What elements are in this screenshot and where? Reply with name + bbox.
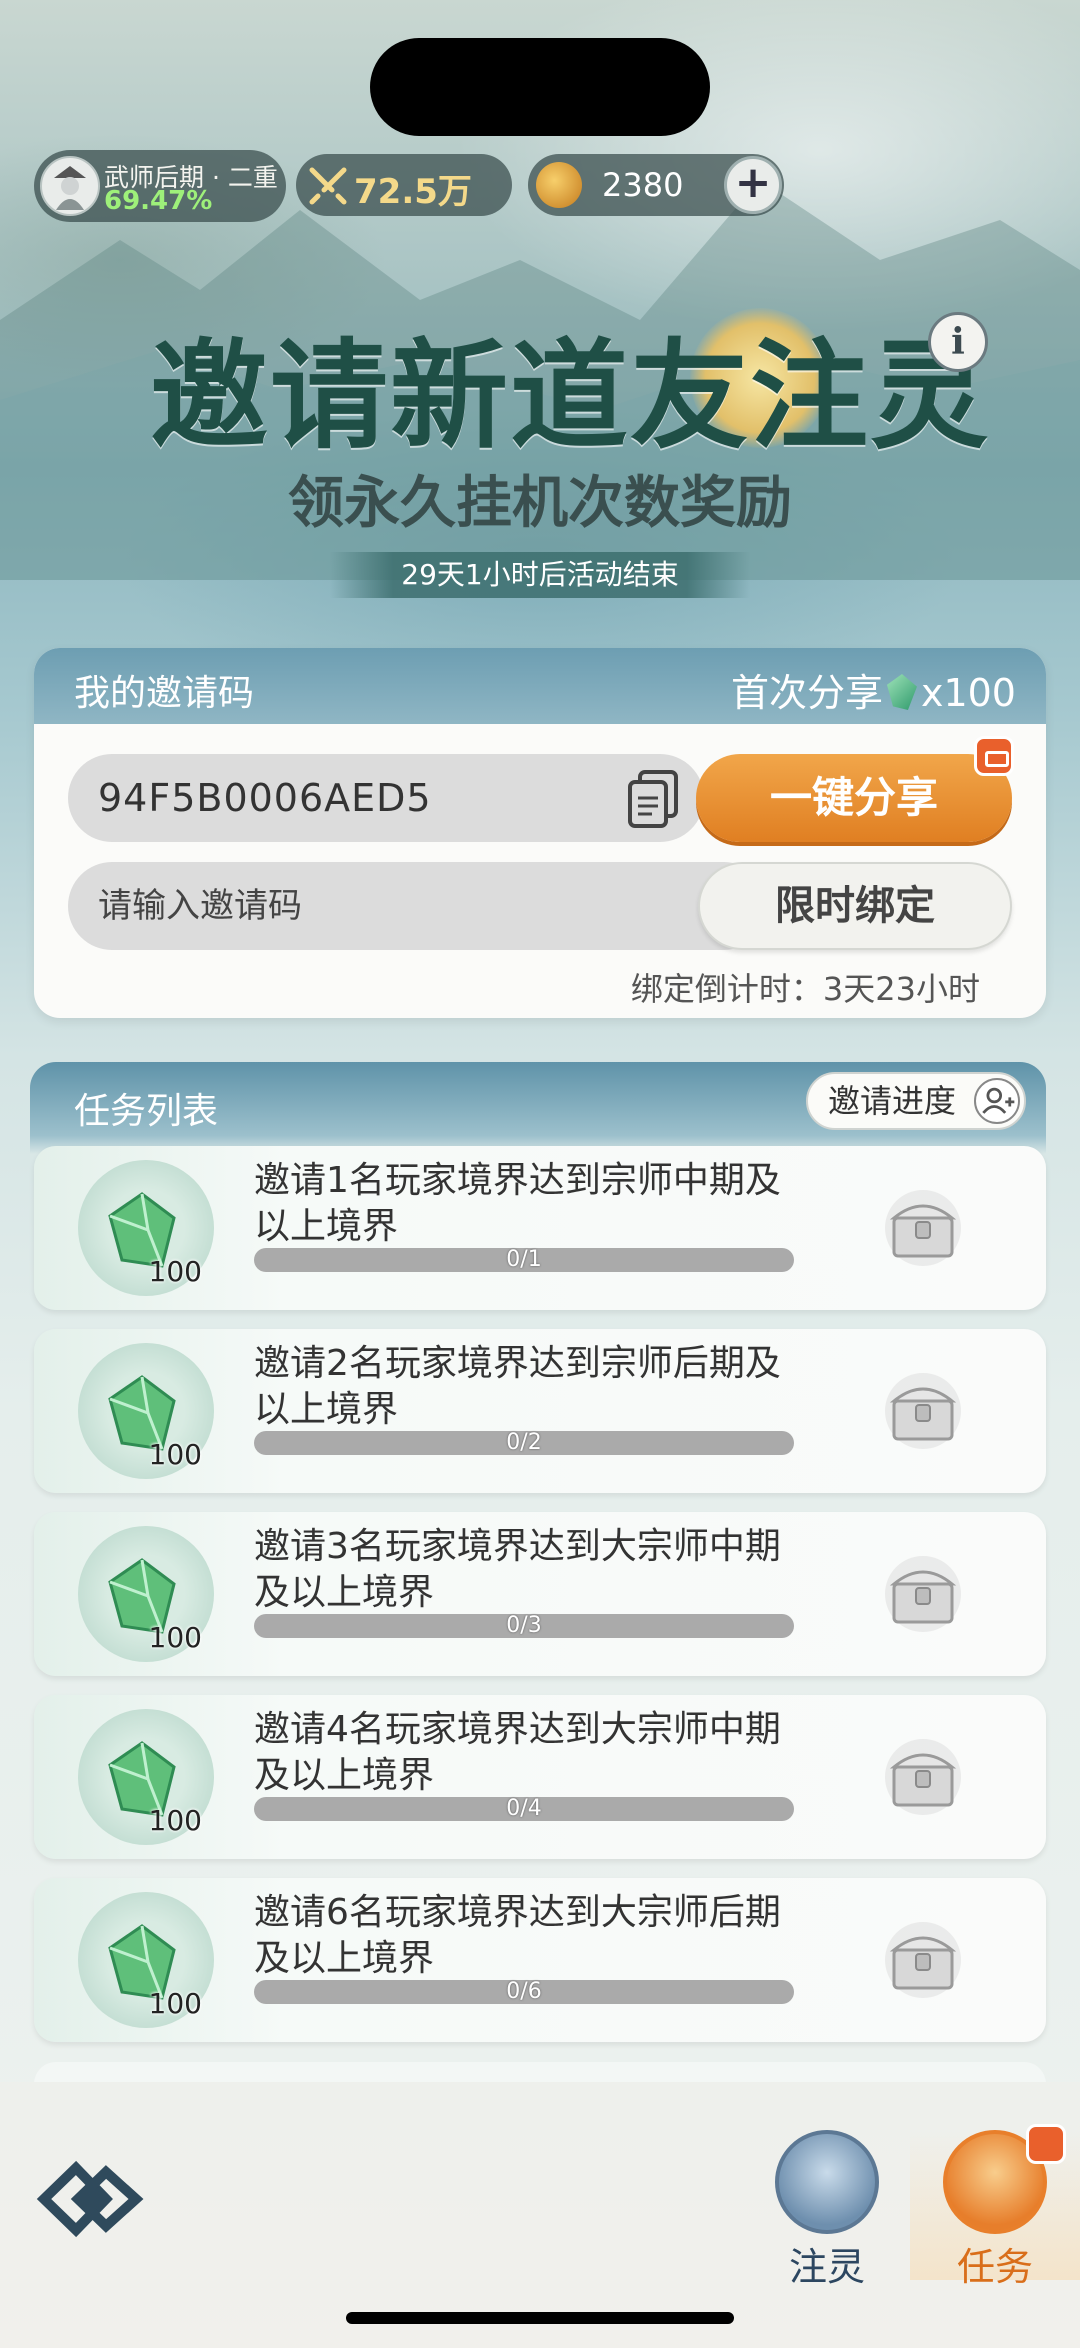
reward-slot: 100 [78, 1892, 214, 2028]
invite-header-title: 我的邀请码 [74, 673, 255, 714]
task-list-title: 任务列表 [74, 1091, 219, 1132]
task-progress-bar: 0/4 [254, 1797, 794, 1821]
task-card[interactable]: 100 邀请3名玩家境界达到大宗师中期及以上境界 0/3 [34, 1512, 1046, 1676]
realm-progress: 69.47% [104, 186, 213, 216]
event-end-banner: 29天1小时后活动结束 [330, 552, 750, 598]
task-list: 100 邀请1名玩家境界达到宗师中期及以上境界 0/1 100 邀请2名玩家境界… [34, 1146, 1046, 2061]
invite-header: 我的邀请码 首次分享 x100 [34, 648, 1046, 724]
invite-progress-button[interactable]: 邀请进度 [806, 1072, 1026, 1130]
nav-tab-label: 任务 [956, 2245, 1033, 2289]
task-progress-bar: 0/3 [254, 1614, 794, 1638]
invite-code-input[interactable] [98, 880, 678, 932]
currency[interactable]: 2380 + [528, 154, 784, 216]
first-share-reward: 首次分享 x100 [731, 662, 1016, 717]
jade-icon [886, 674, 917, 710]
invite-code: 94F5B0006AED5 [98, 776, 432, 820]
share-button[interactable]: 一键分享 [696, 754, 1012, 842]
reward-slot: 100 [78, 1160, 214, 1296]
camera-notch [370, 38, 710, 136]
task-progress-bar: 0/1 [254, 1248, 794, 1272]
info-button[interactable]: i [928, 312, 988, 372]
first-share-amount: x100 [920, 671, 1016, 715]
task-description: 邀请3名玩家境界达到大宗师中期及以上境界 [254, 1526, 781, 1613]
task-card[interactable]: 100 邀请6名玩家境界达到大宗师后期及以上境界 0/6 [34, 1878, 1046, 2042]
bind-countdown: 绑定倒计时：3天23小时 [630, 970, 980, 1008]
reward-slot: 100 [78, 1709, 214, 1845]
reward-quantity: 100 [148, 1804, 202, 1837]
task-progress-bar: 0/6 [254, 1980, 794, 2004]
crossed-swords-icon [309, 167, 347, 205]
task-card[interactable]: 100 邀请1名玩家境界达到宗师中期及以上境界 0/1 [34, 1146, 1046, 1310]
add-currency-button[interactable]: + [724, 156, 782, 214]
task-progress-text: 0/4 [506, 1796, 542, 1821]
task-progress-bar: 0/2 [254, 1431, 794, 1455]
treasure-chest-icon[interactable] [880, 1371, 966, 1451]
bind-button[interactable]: 限时绑定 [698, 862, 1012, 950]
reward-slot: 100 [78, 1343, 214, 1479]
avatar [40, 156, 100, 216]
first-share-label: 首次分享 [730, 671, 883, 715]
task-list-header: 任务列表 邀请进度 [30, 1062, 1046, 1154]
invite-code-input-field [68, 862, 768, 950]
spirit-icon [775, 2130, 879, 2234]
add-person-icon [974, 1078, 1020, 1124]
treasure-chest-icon[interactable] [880, 1188, 966, 1268]
game-logo-icon[interactable] [36, 2158, 146, 2240]
nav-tab-lingling[interactable]: 注灵 [752, 2130, 902, 2289]
task-progress-text: 0/2 [506, 1430, 542, 1455]
reward-quantity: 100 [148, 1987, 202, 2020]
treasure-chest-icon[interactable] [880, 1920, 966, 2000]
red-packet-badge-icon [974, 736, 1014, 776]
nav-tab-task[interactable]: 任务 [910, 2124, 1080, 2289]
invite-card: 我的邀请码 首次分享 x100 94F5B0006AED5 一键分享 限时绑定 绑… [34, 648, 1046, 1018]
realm-status[interactable]: 武师后期 · 二重 69.47% [34, 150, 286, 222]
task-description: 邀请1名玩家境界达到宗师中期及以上境界 [254, 1160, 781, 1247]
task-progress-text: 0/3 [506, 1613, 542, 1638]
invite-code-field: 94F5B0006AED5 [68, 754, 704, 842]
page-title: 邀请新道友注灵 [150, 326, 991, 465]
red-packet-badge-icon [1026, 2124, 1066, 2164]
task-card[interactable]: 100 邀请2名玩家境界达到宗师后期及以上境界 0/2 [34, 1329, 1046, 1493]
nav-tab-label: 注灵 [788, 2245, 865, 2289]
task-progress-text: 0/6 [506, 1979, 542, 2004]
task-description: 邀请6名玩家境界达到大宗师后期及以上境界 [254, 1892, 781, 1979]
copy-icon[interactable] [624, 768, 684, 830]
reward-slot: 100 [78, 1526, 214, 1662]
treasure-chest-icon[interactable] [880, 1737, 966, 1817]
cultivator-icon [54, 166, 86, 210]
reward-quantity: 100 [148, 1438, 202, 1471]
invite-progress-label: 邀请进度 [828, 1082, 957, 1120]
reward-quantity: 100 [148, 1255, 202, 1288]
task-progress-text: 0/1 [506, 1247, 542, 1272]
page-subtitle: 领永久挂机次数奖励 [288, 471, 792, 536]
coin-value: 2380 [602, 166, 684, 204]
home-indicator [346, 2312, 734, 2324]
power-value: 72.5万 [354, 172, 472, 212]
combat-power[interactable]: 72.5万 [296, 154, 512, 216]
treasure-chest-icon[interactable] [880, 1554, 966, 1634]
task-description: 邀请2名玩家境界达到宗师后期及以上境界 [254, 1343, 781, 1430]
task-description: 邀请4名玩家境界达到大宗师中期及以上境界 [254, 1709, 781, 1796]
reward-quantity: 100 [148, 1621, 202, 1654]
coin-icon [536, 162, 582, 208]
task-card[interactable]: 100 邀请4名玩家境界达到大宗师中期及以上境界 0/4 [34, 1695, 1046, 1859]
